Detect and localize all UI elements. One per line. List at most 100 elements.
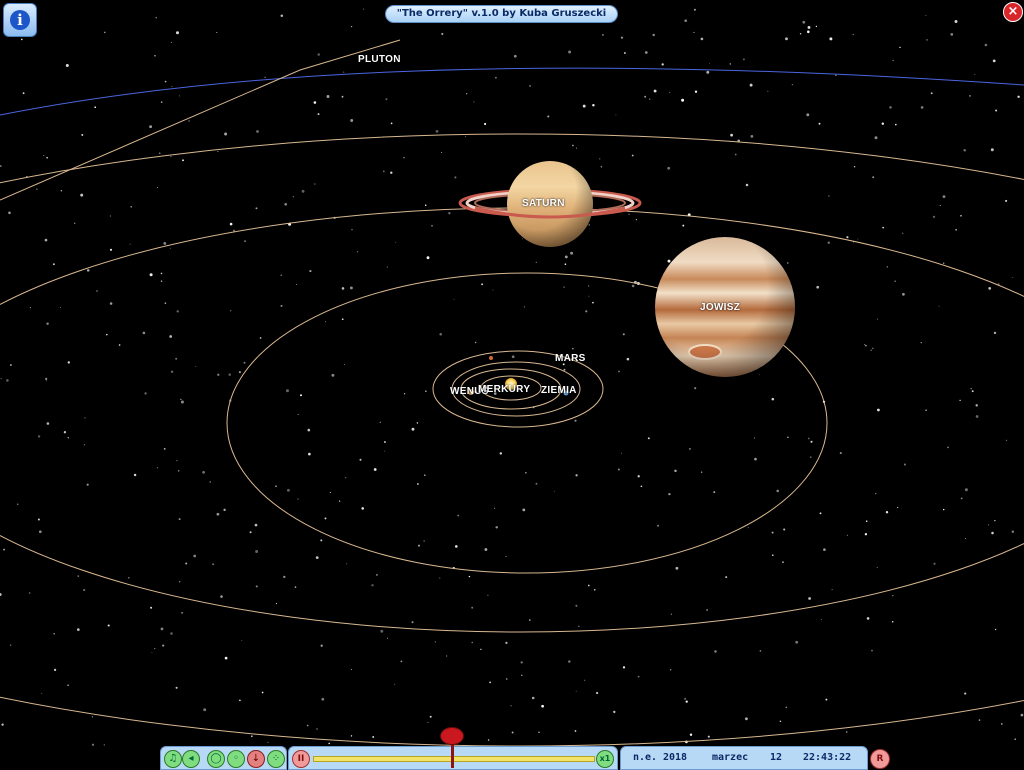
star (787, 436, 789, 439)
star (877, 408, 880, 412)
star (969, 95, 971, 97)
star (926, 39, 928, 41)
star (466, 93, 468, 95)
star (480, 648, 482, 651)
music-icon[interactable]: ♫ (164, 750, 182, 768)
star (943, 262, 945, 264)
star (938, 305, 940, 307)
star (217, 373, 220, 376)
speed-slider-handle[interactable] (440, 727, 464, 745)
star (870, 349, 872, 351)
star (747, 527, 749, 529)
star (341, 287, 345, 290)
speed-x1-button[interactable]: x1 (596, 750, 614, 768)
star (307, 428, 311, 432)
star (891, 620, 894, 623)
star (150, 606, 153, 609)
star (309, 270, 312, 273)
star (46, 422, 50, 425)
star (499, 452, 503, 455)
star (505, 555, 507, 558)
star (670, 613, 673, 615)
star (127, 576, 130, 579)
star (950, 33, 954, 36)
star (667, 259, 671, 263)
star (160, 101, 163, 103)
planet-mars[interactable] (489, 356, 493, 360)
star (965, 537, 967, 539)
orbit-icon[interactable]: ◯ (207, 750, 225, 768)
star (754, 457, 757, 461)
star (228, 373, 231, 376)
star (487, 594, 489, 596)
star (169, 247, 171, 249)
speed-slider-track[interactable] (313, 756, 595, 762)
star (243, 361, 246, 364)
star (815, 25, 818, 28)
date-year[interactable]: 2018 (663, 752, 687, 763)
star (441, 32, 444, 36)
star (46, 156, 48, 159)
star (10, 364, 12, 366)
date-month[interactable]: marzec (712, 752, 748, 763)
zoom-icon[interactable]: ◦ (227, 750, 245, 768)
star (445, 655, 448, 657)
star (959, 399, 961, 402)
star (44, 238, 48, 242)
star (525, 471, 527, 474)
star (418, 544, 420, 547)
pause-button[interactable]: II (292, 750, 310, 768)
star (895, 123, 897, 126)
date-day[interactable]: 12 (770, 752, 782, 763)
star (831, 589, 833, 591)
star (343, 71, 345, 73)
reset-button[interactable]: R (870, 749, 890, 769)
star (942, 195, 946, 198)
star (156, 467, 159, 469)
close-button[interactable]: × (1003, 2, 1023, 22)
star (255, 207, 258, 210)
star (564, 255, 568, 259)
star (103, 744, 105, 746)
star (316, 728, 318, 730)
star (584, 679, 586, 681)
star (572, 347, 574, 350)
star (439, 332, 442, 336)
star (155, 17, 157, 19)
star (667, 166, 671, 170)
star (925, 409, 927, 411)
date-time[interactable]: 22:43:22 (803, 752, 851, 763)
star (386, 637, 388, 639)
star (80, 193, 84, 197)
sound-icon[interactable]: ◂ (182, 750, 200, 768)
star (106, 333, 108, 336)
star (320, 644, 323, 647)
info-button[interactable]: i (3, 3, 37, 37)
star (83, 588, 86, 592)
star (694, 90, 698, 93)
star (816, 285, 820, 289)
star (275, 603, 277, 605)
stars-icon[interactable]: ⁘ (267, 750, 285, 768)
star (637, 475, 640, 478)
star (975, 415, 979, 418)
star (224, 132, 228, 136)
star (171, 86, 173, 87)
star (239, 699, 241, 702)
star (575, 604, 578, 607)
starfield (0, 7, 1024, 746)
star (170, 156, 172, 158)
star (170, 41, 172, 43)
star (894, 280, 896, 282)
star (169, 335, 173, 338)
star (635, 218, 638, 221)
star (807, 30, 810, 34)
star (1, 723, 4, 726)
star (91, 743, 95, 746)
star (920, 342, 922, 344)
star (46, 322, 49, 325)
pointer-icon[interactable]: ↓ (247, 750, 265, 768)
star (220, 595, 223, 598)
star (351, 228, 353, 231)
star (16, 503, 19, 506)
